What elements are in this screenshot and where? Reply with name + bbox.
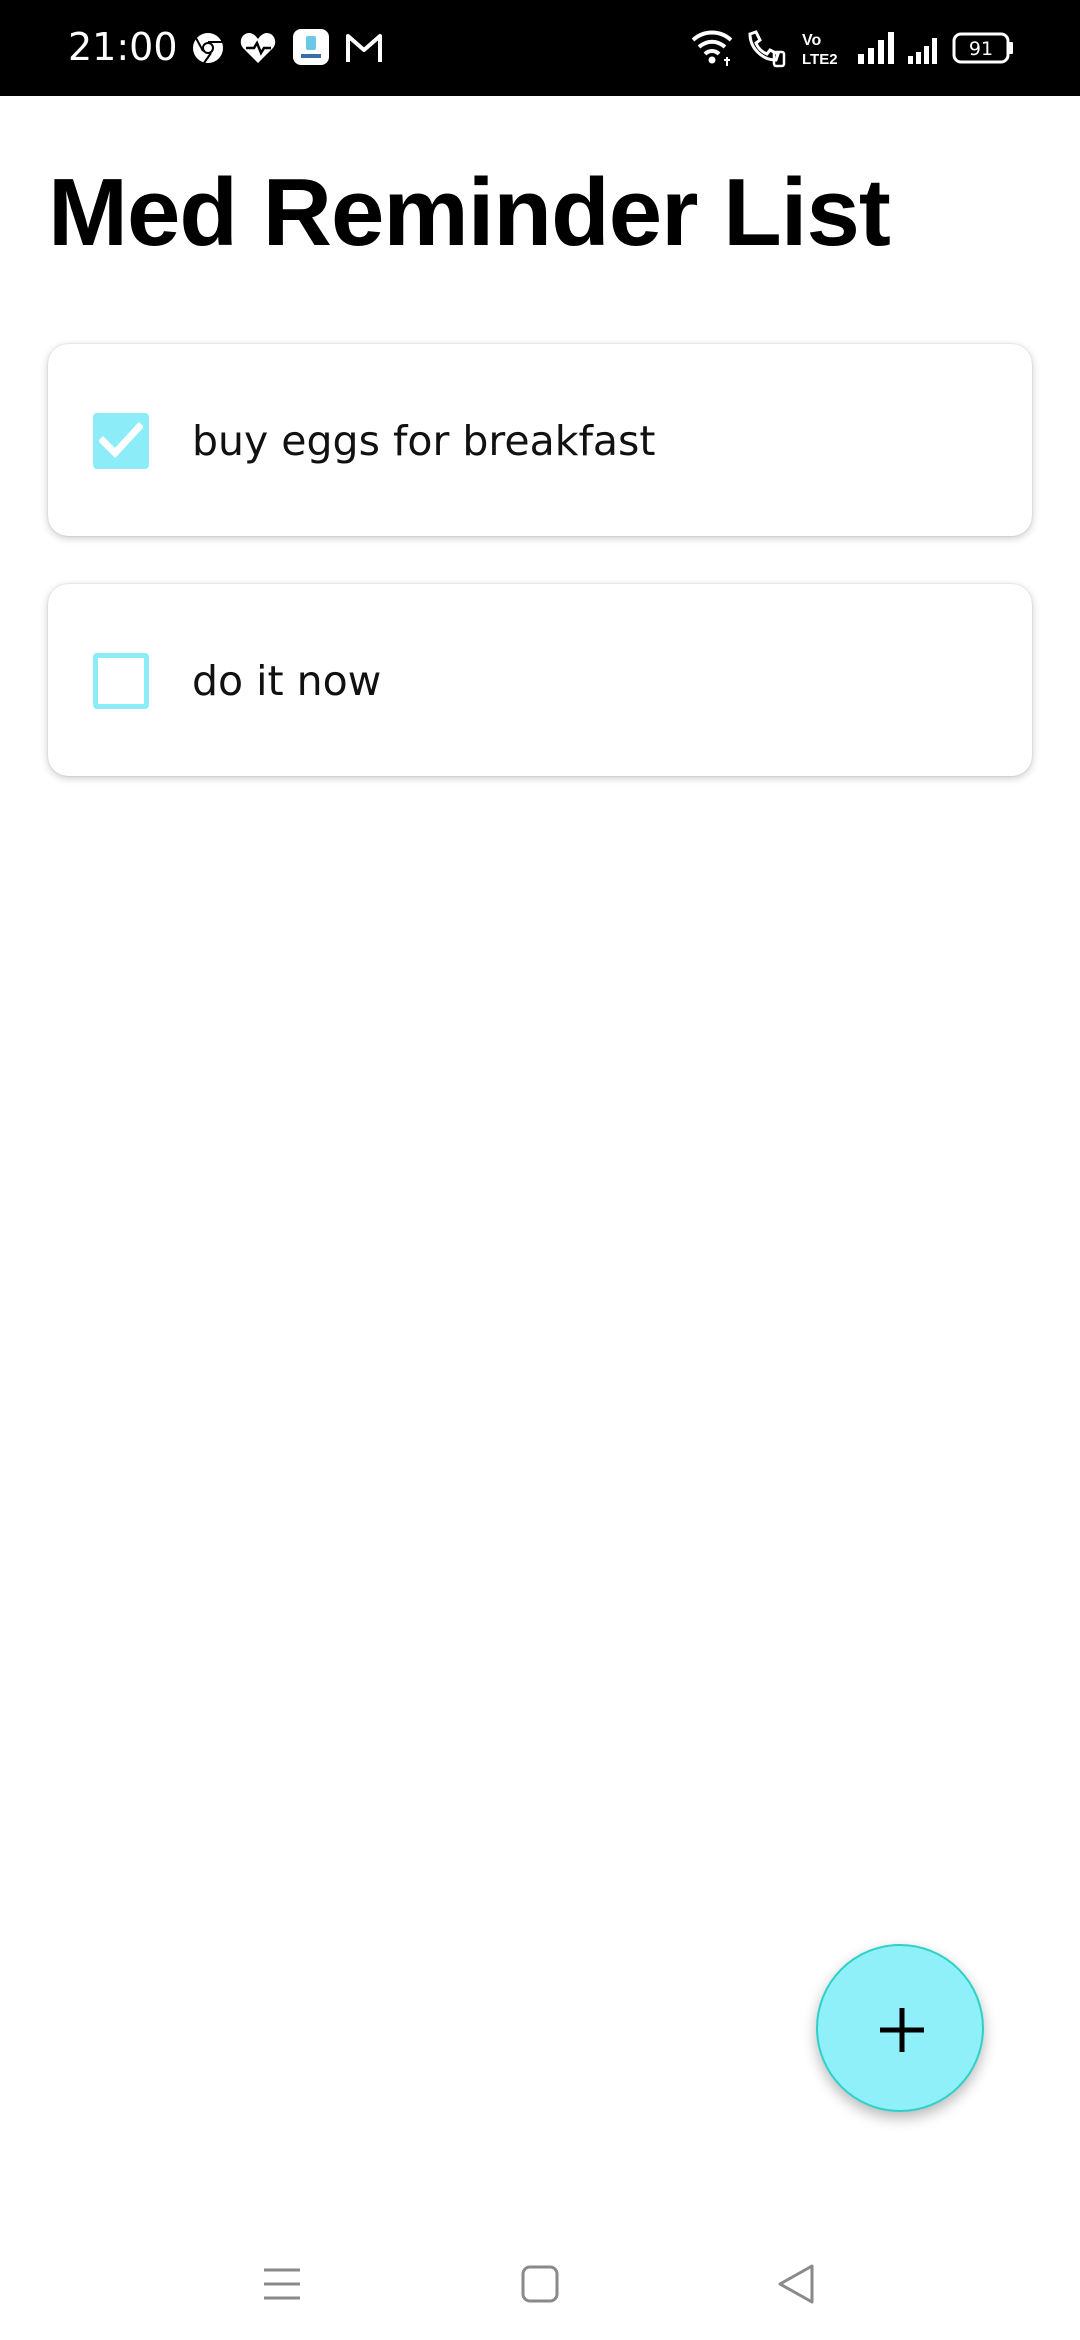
task-checkbox-unchecked[interactable] xyxy=(93,653,149,709)
nav-bar xyxy=(0,2220,1080,2340)
status-time: 21:00 xyxy=(68,25,178,69)
checkmark-icon xyxy=(99,422,143,459)
wifi-calling-icon xyxy=(744,26,788,70)
page-title: Med Reminder List xyxy=(48,159,891,266)
gmail-icon xyxy=(344,26,384,70)
menu-icon[interactable] xyxy=(252,2254,312,2314)
home-icon[interactable] xyxy=(510,2254,570,2314)
status-bar: 21:00 Vo LTE2 91 xyxy=(0,0,1080,96)
battery-level: 91 xyxy=(969,38,993,60)
task-label: do it now xyxy=(192,657,382,705)
add-task-button[interactable] xyxy=(816,1944,984,2112)
wifi-icon xyxy=(690,26,734,70)
signal-icon-2 xyxy=(906,26,942,70)
task-card[interactable]: buy eggs for breakfast xyxy=(48,344,1032,536)
volte-badge-top: Vo xyxy=(802,32,821,49)
battery-icon: 91 xyxy=(952,26,1016,70)
chrome-icon xyxy=(190,26,226,70)
task-label: buy eggs for breakfast xyxy=(192,417,656,465)
screen: 21:00 Vo LTE2 91 Med Reminder List buy e… xyxy=(0,0,1080,2340)
task-checkbox-checked[interactable] xyxy=(93,413,149,469)
signal-icon xyxy=(856,26,896,70)
back-icon[interactable] xyxy=(768,2254,828,2314)
task-card[interactable]: do it now xyxy=(48,584,1032,776)
app-icon xyxy=(292,26,330,70)
volte-badge-bottom: LTE2 xyxy=(802,51,838,68)
heart-icon xyxy=(238,26,278,70)
volte-icon: Vo LTE2 xyxy=(800,30,844,74)
plus-icon xyxy=(880,2008,924,2052)
